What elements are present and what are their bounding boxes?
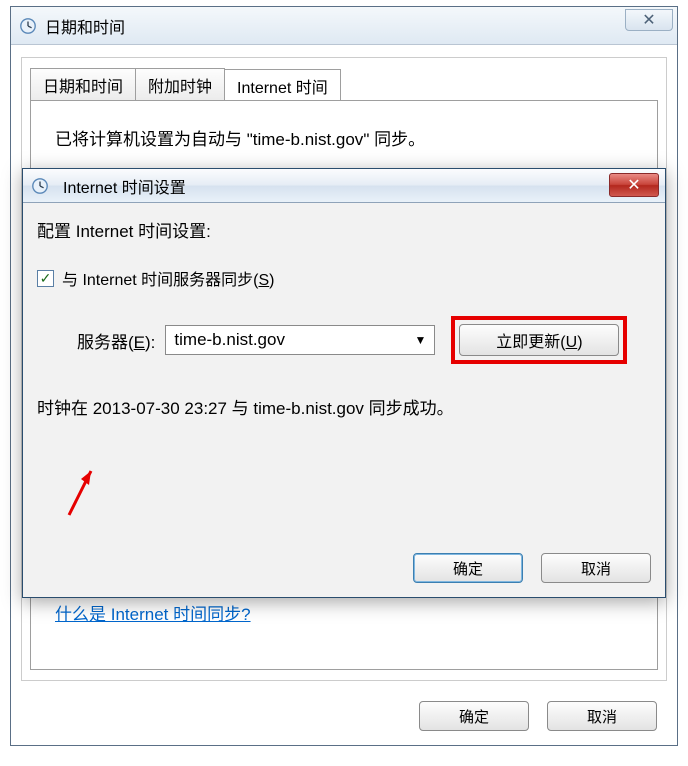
server-value: time-b.nist.gov xyxy=(174,330,285,350)
sync-info-text: 已将计算机设置为自动与 "time-b.nist.gov" 同步。 xyxy=(55,125,633,150)
sync-checkbox-label: 与 Internet 时间服务器同步(S) xyxy=(62,266,274,290)
sync-checkbox-row: ✓ 与 Internet 时间服务器同步(S) xyxy=(37,266,651,290)
settings-body: 配置 Internet 时间设置: ✓ 与 Internet 时间服务器同步(S… xyxy=(37,217,651,583)
main-ok-button[interactable]: 确定 xyxy=(419,701,529,731)
clock-icon xyxy=(31,177,49,195)
close-icon: ✕ xyxy=(627,175,640,195)
server-label: 服务器(E): xyxy=(77,328,155,353)
chevron-down-icon: ▼ xyxy=(415,333,427,347)
clock-icon xyxy=(19,17,37,35)
tab-internet-time[interactable]: Internet 时间 xyxy=(224,69,341,104)
highlight-box: 立即更新(U) xyxy=(451,316,627,364)
server-row: 服务器(E): time-b.nist.gov ▼ 立即更新(U) xyxy=(77,316,651,364)
settings-title: Internet 时间设置 xyxy=(63,174,186,198)
update-now-button[interactable]: 立即更新(U) xyxy=(459,324,619,356)
server-combobox[interactable]: time-b.nist.gov ▼ xyxy=(165,325,435,355)
config-label: 配置 Internet 时间设置: xyxy=(37,217,651,242)
tabstrip: 日期和时间 附加时钟 Internet 时间 xyxy=(30,68,340,103)
main-title: 日期和时间 xyxy=(45,14,125,38)
main-close-button[interactable]: ✕ xyxy=(625,9,673,31)
tab-label: Internet 时间 xyxy=(237,80,328,97)
tab-additional-clocks[interactable]: 附加时钟 xyxy=(135,68,225,103)
tab-label: 日期和时间 xyxy=(43,79,123,96)
sync-checkbox[interactable]: ✓ xyxy=(37,270,54,287)
tab-date-time[interactable]: 日期和时间 xyxy=(30,68,136,103)
settings-ok-button[interactable]: 确定 xyxy=(413,553,523,583)
tab-label: 附加时钟 xyxy=(148,79,212,96)
settings-button-row: 确定 取消 xyxy=(413,553,651,583)
main-button-row: 确定 取消 xyxy=(419,701,657,731)
status-message: 时钟在 2013-07-30 23:27 与 time-b.nist.gov 同… xyxy=(37,394,651,419)
internet-time-settings-dialog: Internet 时间设置 ✕ 配置 Internet 时间设置: ✓ 与 In… xyxy=(22,168,666,598)
main-cancel-button[interactable]: 取消 xyxy=(547,701,657,731)
settings-close-button[interactable]: ✕ xyxy=(609,173,659,197)
what-is-sync-link[interactable]: 什么是 Internet 时间同步? xyxy=(55,600,251,625)
main-titlebar: 日期和时间 ✕ xyxy=(11,7,677,45)
settings-titlebar: Internet 时间设置 ✕ xyxy=(23,169,665,203)
close-icon: ✕ xyxy=(642,10,655,30)
settings-cancel-button[interactable]: 取消 xyxy=(541,553,651,583)
